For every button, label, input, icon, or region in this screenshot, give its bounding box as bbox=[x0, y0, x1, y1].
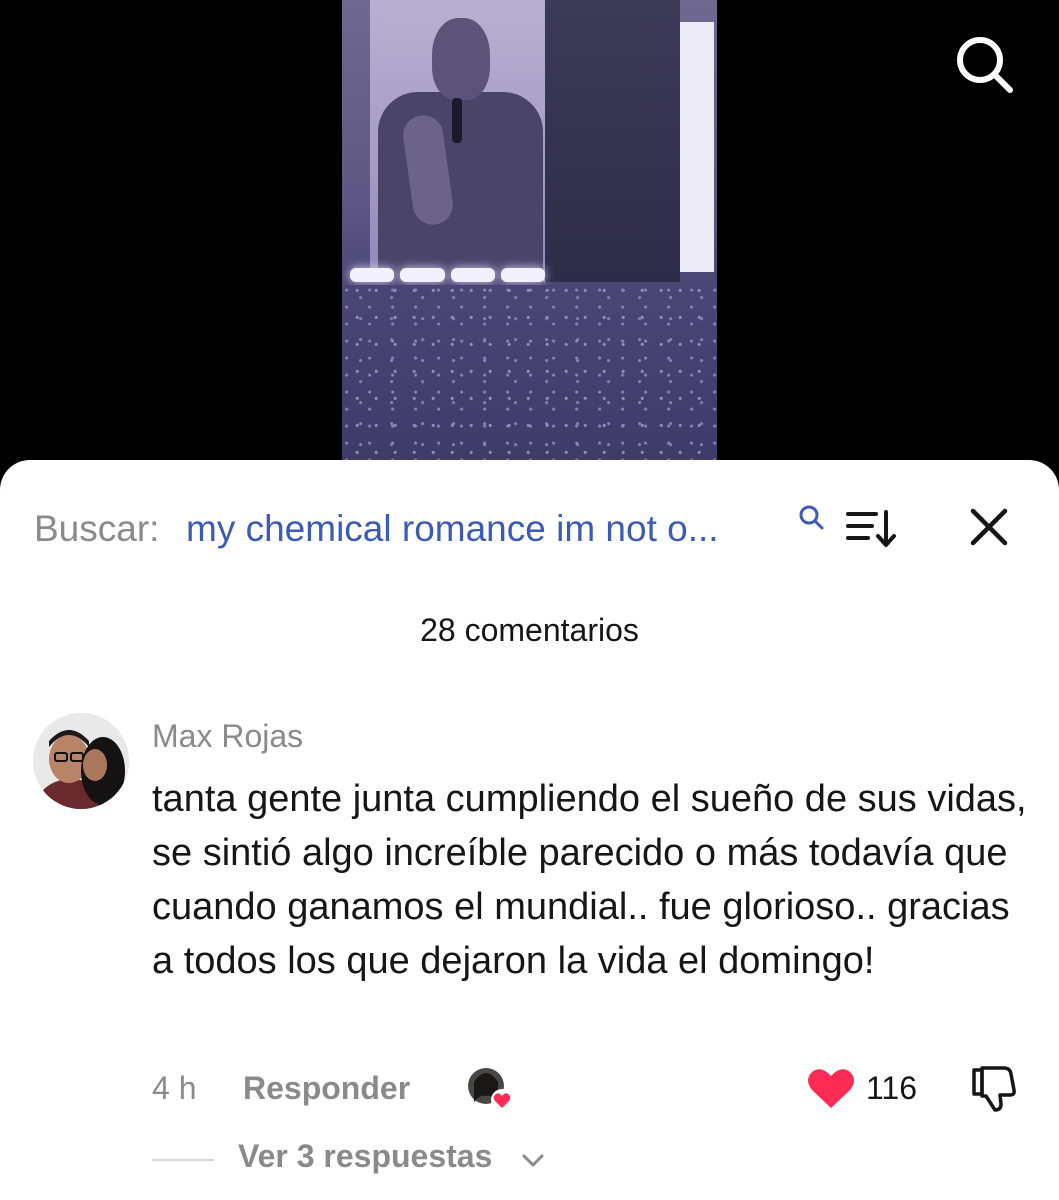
comment-count: 28 comentarios bbox=[420, 612, 639, 648]
comment-item: Max Rojas tanta gente junta cumpliendo e… bbox=[0, 710, 1059, 1200]
crowd bbox=[342, 285, 717, 470]
heart-icon[interactable] bbox=[806, 1066, 856, 1110]
video-frame[interactable] bbox=[342, 0, 717, 470]
stage-screen bbox=[370, 0, 545, 282]
comment-timestamp: 4 h bbox=[152, 1070, 197, 1106]
search-icon[interactable] bbox=[952, 32, 1016, 96]
video-player[interactable] bbox=[0, 0, 1059, 470]
replies-divider bbox=[152, 1159, 214, 1161]
like-count: 116 bbox=[866, 1070, 918, 1106]
stage-structure bbox=[545, 0, 680, 282]
stage-lights bbox=[350, 268, 545, 282]
performer-head bbox=[432, 18, 490, 100]
avatar[interactable] bbox=[33, 713, 129, 809]
view-replies[interactable]: Ver 3 respuestas bbox=[152, 1138, 752, 1182]
microphone bbox=[452, 98, 462, 143]
view-replies-button[interactable]: Ver 3 respuestas bbox=[238, 1138, 492, 1175]
search-query-link[interactable]: my chemical romance im not o... bbox=[186, 508, 719, 550]
dislike-icon[interactable] bbox=[968, 1062, 1020, 1114]
comment-search-bar[interactable]: Buscar: my chemical romance im not o... bbox=[34, 504, 1024, 554]
comments-sheet: Buscar: my chemical romance im not o... … bbox=[0, 460, 1059, 1200]
stage-pillar bbox=[680, 22, 714, 272]
search-prefix: Buscar: bbox=[34, 508, 160, 549]
chevron-down-icon bbox=[522, 1154, 544, 1167]
comment-text: tanta gente junta cumpliendo el sueño de… bbox=[152, 778, 1027, 982]
comment-actions: 4 h Responder 116 bbox=[152, 1066, 1032, 1120]
sort-icon[interactable] bbox=[846, 508, 898, 548]
avatar-image bbox=[33, 713, 129, 809]
comment-author[interactable]: Max Rojas bbox=[152, 718, 303, 755]
close-icon[interactable] bbox=[968, 506, 1010, 548]
creator-liked-icon bbox=[468, 1068, 513, 1111]
search-icon bbox=[799, 505, 824, 530]
reply-button[interactable]: Responder bbox=[243, 1070, 410, 1107]
